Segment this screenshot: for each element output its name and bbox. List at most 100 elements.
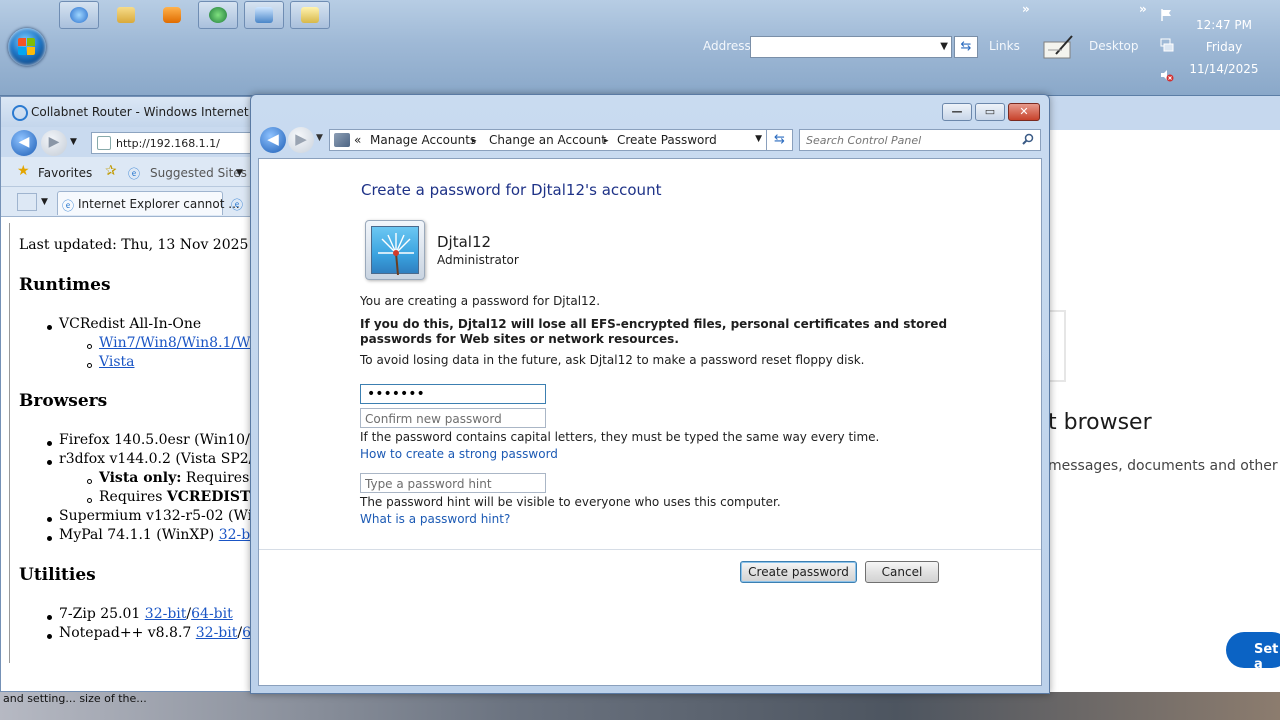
confirm-password-input[interactable] <box>365 411 541 426</box>
breadcrumb-separator[interactable]: ▸ <box>472 136 477 146</box>
list-item: MyPal 74.1.1 (WinXP) 32-bit/6 <box>59 527 253 543</box>
password-hint-link[interactable]: What is a password hint? <box>360 512 510 526</box>
text: Notepad++ v8.8.7 <box>59 625 196 641</box>
background-heading: t browser <box>1048 410 1152 435</box>
system-clock[interactable]: 12:47 PM Friday 11/14/2025 <box>1186 14 1262 80</box>
decorative-frame <box>1048 310 1066 382</box>
close-button[interactable]: ✕ <box>1008 103 1040 121</box>
new-password-field[interactable]: ••••••• <box>360 384 546 404</box>
list-bullet <box>87 498 92 503</box>
vcredist-vista-link[interactable]: Vista <box>99 354 135 370</box>
list-item: Supermium v132-r5-02 (WinXI <box>59 508 253 524</box>
windows-logo-icon <box>18 38 36 56</box>
breadcrumb-overflow[interactable]: « <box>354 133 361 147</box>
set-default-label: Set a <box>1254 642 1279 672</box>
chevron-down-icon[interactable]: ▼ <box>940 41 948 52</box>
links-overflow-icon[interactable]: » <box>1022 2 1030 16</box>
user-avatar-image <box>371 226 419 276</box>
desktop-overflow-icon[interactable]: » <box>1139 2 1147 16</box>
text: Requires <box>99 489 167 505</box>
quicklaunch-media-player[interactable] <box>152 1 192 29</box>
action-center-flag-icon[interactable] <box>1160 8 1174 22</box>
list-item: VCRedist All-In-One <box>59 316 202 332</box>
links-toolbar-label[interactable]: Links <box>989 39 1020 53</box>
volume-muted-icon[interactable] <box>1160 68 1174 82</box>
address-input[interactable]: ▼ <box>750 36 952 58</box>
set-default-button[interactable]: Set a <box>1226 632 1280 672</box>
add-favorite-icon[interactable]: ✰ <box>105 163 117 179</box>
ie-window: Collabnet Router - Windows Internet Expl… <box>0 96 285 692</box>
user-role: Administrator <box>437 253 519 267</box>
breadcrumb[interactable]: « Manage Accounts ▸ Change an Account ▸ … <box>329 129 767 151</box>
tab-internet-explorer-cannot[interactable]: ⓔ Internet Explorer cannot ... <box>57 191 240 215</box>
list-bullet <box>47 615 52 620</box>
quicklaunch-display[interactable] <box>244 1 284 29</box>
background-paragraph: messages, documents and other ap <box>1048 458 1280 474</box>
password-hint-field[interactable] <box>360 473 546 493</box>
search-box[interactable] <box>799 129 1041 151</box>
bold-text: VCREDIST A <box>166 489 253 505</box>
network-icon[interactable] <box>1160 38 1174 52</box>
list-bullet <box>47 325 52 330</box>
heading-runtimes: Runtimes <box>19 275 111 295</box>
tab-list-dropdown-icon[interactable]: ▼ <box>41 197 48 207</box>
list-bullet <box>47 634 52 639</box>
breadcrumb-manage-accounts[interactable]: Manage Accounts <box>370 133 476 147</box>
ie-favorites-bar: ★ Favorites ✰ ⓔ Suggested Sites ▼ <box>1 157 253 187</box>
notepad-32bit-link[interactable]: 32-bit <box>196 625 238 641</box>
quick-tabs-icon[interactable] <box>17 193 37 211</box>
cancel-button[interactable]: Cancel <box>865 561 939 583</box>
ie-titlebar[interactable]: Collabnet Router - Windows Internet Expl… <box>1 97 285 127</box>
start-button[interactable] <box>8 28 46 66</box>
quicklaunch-browser[interactable] <box>198 1 238 29</box>
strong-password-link[interactable]: How to create a strong password <box>360 447 558 461</box>
display-icon <box>255 7 273 23</box>
desktop-icon[interactable] <box>1042 32 1076 60</box>
list-bullet <box>47 441 52 446</box>
maximize-button[interactable]: ▭ <box>975 103 1005 121</box>
zip-32bit-link[interactable]: 32-bit <box>145 606 187 622</box>
favorites-button[interactable]: Favorites <box>38 166 92 180</box>
list-bullet <box>47 460 52 465</box>
user-picture <box>365 220 425 280</box>
back-arrow-icon[interactable]: ◀ <box>11 130 37 156</box>
minimize-icon: — <box>951 105 963 118</box>
chevron-down-icon[interactable]: ▼ <box>755 134 762 144</box>
address-label: Address <box>703 39 751 53</box>
password-hint-input[interactable] <box>365 476 541 491</box>
recent-pages-dropdown-icon[interactable]: ▼ <box>316 133 323 143</box>
forward-arrow-icon[interactable]: ▶ <box>41 130 67 156</box>
forward-arrow-icon[interactable]: ▶ <box>288 127 314 153</box>
mypal-link[interactable]: 32-bit/6 <box>219 527 253 543</box>
quicklaunch-paint[interactable] <box>290 1 330 29</box>
bottom-strip: and setting... size of the... <box>0 692 1280 720</box>
go-icon[interactable]: ⇆ <box>954 36 978 58</box>
list-item: 7-Zip 25.01 32-bit/64-bit <box>59 606 233 622</box>
list-bullet <box>47 536 52 541</box>
breadcrumb-change-account[interactable]: Change an Account <box>489 133 606 147</box>
ie-address-bar[interactable]: http://192.168.1.1/ <box>91 132 253 154</box>
clock-day: Friday <box>1205 40 1243 54</box>
refresh-icon[interactable]: ⇆ <box>767 129 793 151</box>
window-controls: — ▭ ✕ <box>942 103 1040 123</box>
minimize-button[interactable]: — <box>942 103 972 121</box>
back-arrow-icon[interactable]: ◀ <box>260 127 286 153</box>
breadcrumb-separator[interactable]: ▸ <box>604 136 609 146</box>
vcredist-win-link[interactable]: Win7/Win8/Win8.1/Win1 <box>99 335 253 351</box>
create-password-button[interactable]: Create password <box>740 561 857 583</box>
new-password-value[interactable]: ••••••• <box>367 386 425 402</box>
breadcrumb-create-password[interactable]: Create Password <box>617 133 717 147</box>
confirm-password-field[interactable] <box>360 408 546 428</box>
history-dropdown-icon[interactable]: ▼ <box>70 137 77 147</box>
quicklaunch-explorer[interactable] <box>106 1 146 29</box>
search-input[interactable] <box>806 132 1016 148</box>
desktop-toolbar-label[interactable]: Desktop <box>1089 39 1139 53</box>
suggested-sites-link[interactable]: Suggested Sites <box>150 166 247 180</box>
chevron-down-icon[interactable]: ▼ <box>236 168 243 178</box>
quicklaunch-internet-explorer[interactable] <box>59 1 99 29</box>
new-tab-icon[interactable]: ⓔ <box>231 196 243 213</box>
zip-64bit-link[interactable]: 64-bit <box>191 606 233 622</box>
search-icon[interactable] <box>1022 133 1034 145</box>
text: 7-Zip 25.01 <box>59 606 145 622</box>
ie-page-content: Last updated: Thu, 13 Nov 2025 05:0 Runt… <box>9 223 253 663</box>
